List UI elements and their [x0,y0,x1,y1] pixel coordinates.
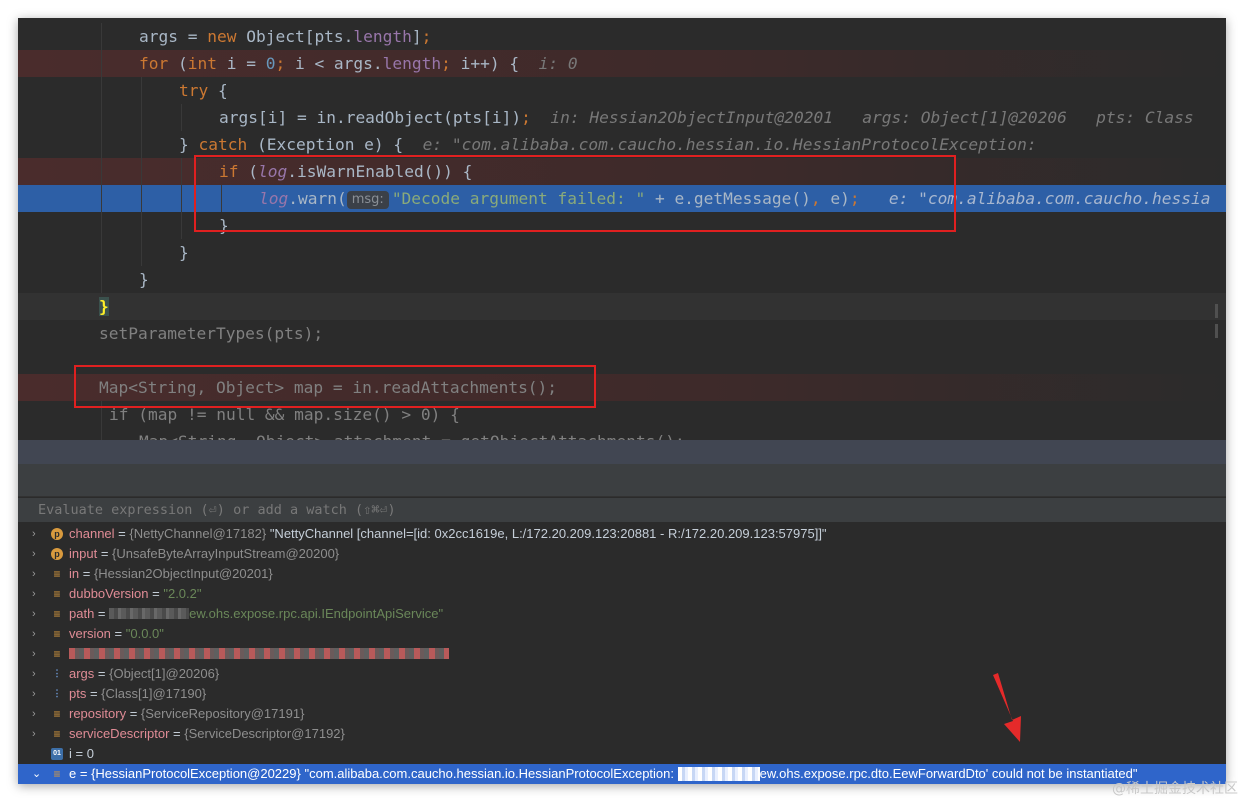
annotation-arrow [993,673,1021,742]
watermark: @稀土掘金技术社区 [1112,781,1238,797]
ide-window: args = new Object[pts.length]; for (int i… [18,18,1226,784]
